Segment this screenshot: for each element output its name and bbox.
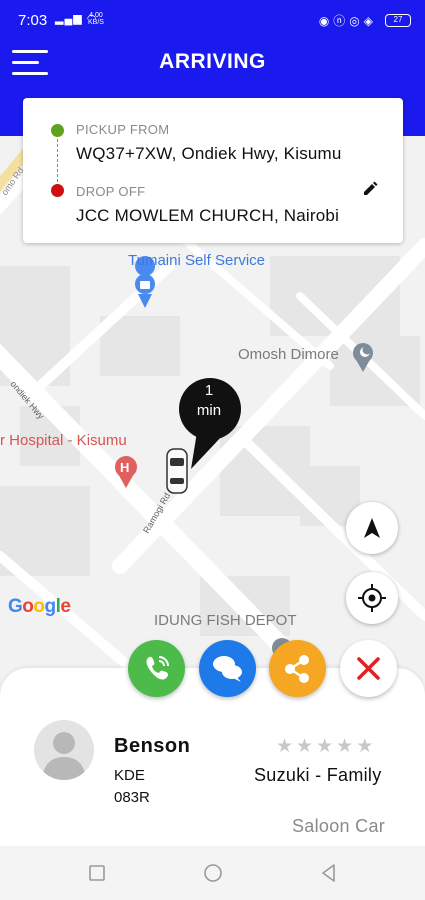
page-title: ARRIVING — [159, 50, 266, 73]
chat-icon — [213, 656, 242, 682]
dropoff-label: DROP OFF — [76, 184, 146, 199]
pickup-label: PICKUP FROM — [76, 122, 170, 137]
my-location-icon — [358, 584, 386, 612]
recent-apps-icon[interactable] — [86, 862, 108, 884]
svg-text:H: H — [120, 460, 129, 475]
driver-name: Benson — [114, 735, 191, 757]
status-icons: ◉ⓝ◎◈ — [318, 14, 377, 28]
navigation-arrow-icon — [364, 518, 380, 538]
battery-icon: 27 — [385, 14, 411, 27]
car-class: Saloon Car — [292, 816, 386, 836]
star-icon: ★ — [276, 736, 297, 757]
star-icon: ★ — [336, 736, 357, 757]
chat-button[interactable] — [199, 640, 256, 697]
route-connector — [57, 139, 58, 182]
route-card: PICKUP FROM WQ37+7XW, Ondiek Hwy, Kisumu… — [23, 98, 403, 243]
poi-label-hospital: r Hospital - Kisumu — [0, 432, 127, 449]
vehicle-plate: KDE 083R — [114, 767, 150, 806]
pickup-dot-icon — [51, 124, 64, 137]
dropoff-address[interactable]: JCC MOWLEM CHURCH, Nairobi — [76, 206, 376, 226]
net-speed: 4.00 KB/S — [88, 12, 104, 26]
home-icon[interactable] — [202, 862, 224, 884]
net-speed-value: 4.00 — [89, 12, 103, 19]
poi-label-omosh: Omosh Dimore — [238, 346, 339, 363]
net-speed-unit: KB/S — [88, 19, 104, 26]
cancel-ride-button[interactable] — [340, 640, 397, 697]
google-attribution: Google — [8, 596, 71, 617]
car-marker-icon — [166, 448, 188, 494]
my-location-button[interactable] — [346, 572, 398, 624]
share-icon — [285, 655, 309, 683]
star-icon: ★ — [356, 736, 377, 757]
star-icon: ★ — [316, 736, 337, 757]
close-icon — [357, 657, 380, 680]
share-button[interactable] — [269, 640, 326, 697]
rating-stars: ★★★★★ — [276, 735, 376, 758]
status-time: 7:03 — [18, 12, 48, 29]
dropoff-dot-icon — [51, 184, 64, 197]
eta-value: 1 — [204, 382, 214, 399]
status-bar: 7:03 ▂▄▆ ◠ 4.00 KB/S ◉ⓝ◎◈ 27 — [0, 0, 425, 40]
poi-label-tumaini: Tumaini Self Service — [128, 252, 265, 269]
car-model: Suzuki - Family — [254, 765, 382, 785]
avatar — [34, 720, 94, 780]
phone-icon — [146, 656, 169, 680]
call-button[interactable] — [128, 640, 185, 697]
eta-label: 1 min — [177, 381, 241, 421]
edit-icon[interactable] — [361, 180, 379, 198]
person-icon — [42, 732, 86, 780]
pickup-address[interactable]: WQ37+7XW, Ondiek Hwy, Kisumu — [76, 144, 376, 164]
navigate-button[interactable] — [346, 502, 398, 554]
poi-label-fish-depot: IDUNG FISH DEPOT — [154, 612, 297, 629]
system-nav-bar — [0, 846, 425, 900]
eta-unit: min — [196, 402, 222, 419]
back-icon[interactable] — [318, 862, 340, 884]
star-icon: ★ — [296, 736, 317, 757]
